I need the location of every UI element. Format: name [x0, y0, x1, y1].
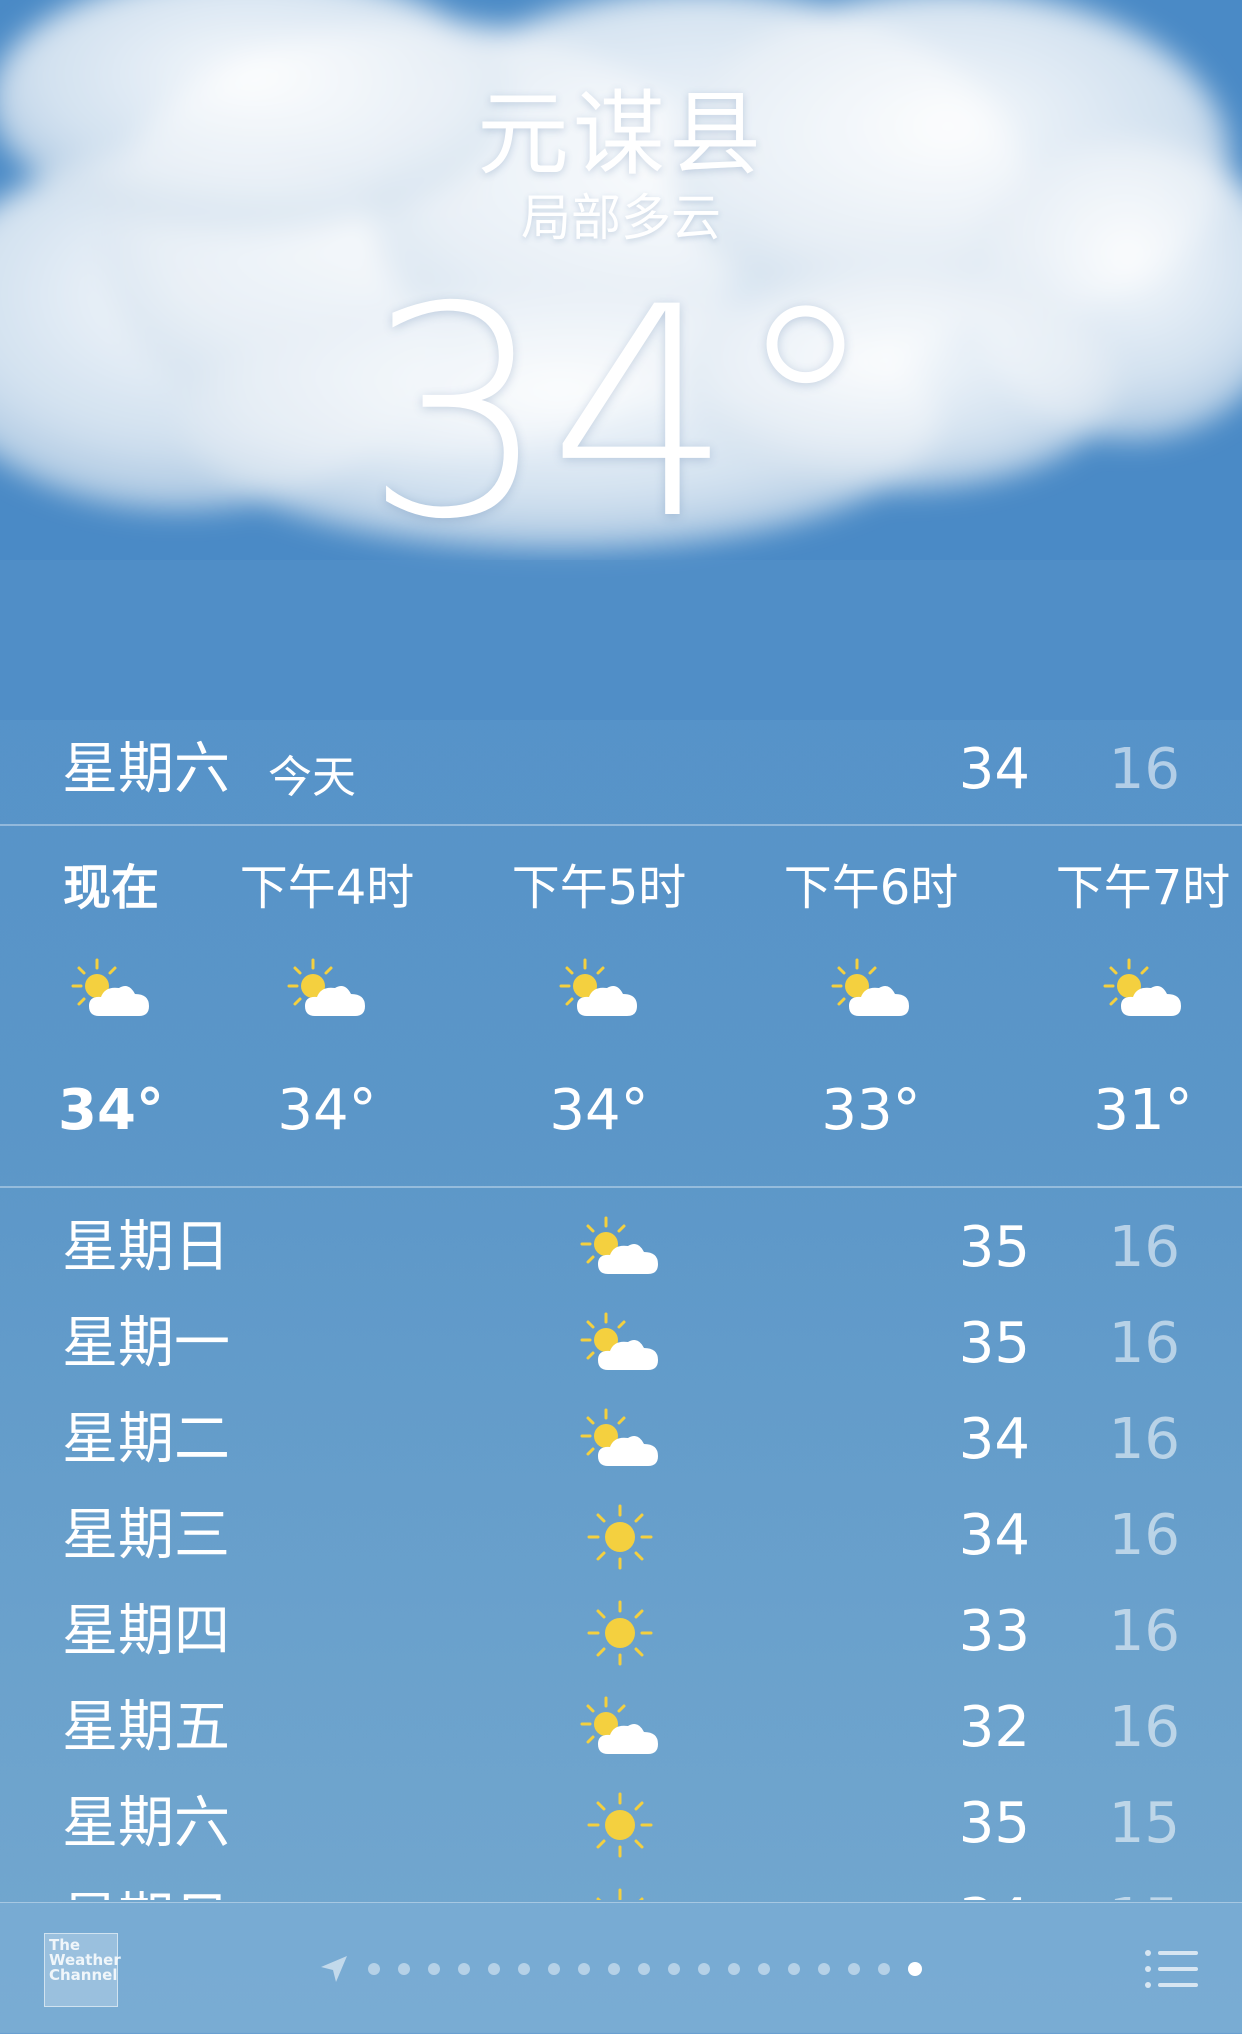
- today-high: 34: [958, 737, 1030, 802]
- today-low: 16: [1108, 737, 1180, 802]
- daily-row: 星期四 33 16: [0, 1584, 1242, 1680]
- partly-cloudy-icon: [559, 958, 639, 1018]
- day-name: 星期五: [62, 1695, 230, 1760]
- day-high: 35: [958, 1791, 1030, 1856]
- partly-cloudy-icon: [580, 1216, 660, 1276]
- hour-time: 下午5时: [511, 860, 687, 916]
- current-condition: 局部多云: [521, 189, 721, 247]
- hour-temp: 34°: [549, 1078, 649, 1143]
- hour-time: 下午7时: [1055, 860, 1231, 916]
- hour-item: 下午5时 34°: [494, 826, 704, 1186]
- partly-cloudy-icon: [580, 1408, 660, 1468]
- weather-channel-logo[interactable]: The Weather Channel: [44, 1933, 121, 2007]
- day-high: 33: [958, 1599, 1030, 1664]
- sun-icon: [587, 1792, 653, 1858]
- day-high: 34: [958, 1407, 1030, 1472]
- hour-item: 下午4时 34°: [222, 826, 432, 1186]
- day-name: 星期六: [62, 1791, 230, 1856]
- sun-icon: [587, 1504, 653, 1570]
- page-dot[interactable]: [548, 1963, 560, 1975]
- page-dot[interactable]: [488, 1963, 500, 1975]
- page-dot[interactable]: [818, 1963, 830, 1975]
- page-dot[interactable]: [698, 1963, 710, 1975]
- daily-row: 星期五 32 16: [0, 1680, 1242, 1776]
- hour-item: 下午6时 33°: [766, 826, 976, 1186]
- daily-row: 星期二 34 16: [0, 1392, 1242, 1488]
- partly-cloudy-icon: [1103, 958, 1183, 1018]
- page-dot[interactable]: [578, 1963, 590, 1975]
- current-temperature: 34°: [363, 246, 878, 583]
- sun-icon: [587, 1600, 653, 1666]
- page-dot[interactable]: [788, 1963, 800, 1975]
- day-low: 15: [1108, 1791, 1180, 1856]
- day-name: 星期二: [62, 1407, 230, 1472]
- day-name: 星期日: [62, 1872, 230, 1900]
- page-dot[interactable]: [848, 1963, 860, 1975]
- day-name: 星期一: [62, 1311, 230, 1376]
- daily-row: 星期六 35 15: [0, 1776, 1242, 1872]
- page-dot-active[interactable]: [908, 1962, 922, 1976]
- day-low: 16: [1108, 1311, 1180, 1376]
- daily-row: 星期三 34 16: [0, 1488, 1242, 1584]
- page-dot[interactable]: [638, 1963, 650, 1975]
- daily-forecast[interactable]: 星期日 35 16 星期一 35 16 星期二 34 16 星期三 34 16 …: [0, 1200, 1242, 1900]
- day-high: 34: [900, 1872, 1030, 1900]
- day-name: 星期四: [62, 1599, 230, 1664]
- page-dot[interactable]: [758, 1963, 770, 1975]
- day-low: 16: [1108, 1215, 1180, 1280]
- page-dot[interactable]: [728, 1963, 740, 1975]
- page-dot[interactable]: [608, 1963, 620, 1975]
- hourly-forecast[interactable]: 现在 34° 下午4时 34° 下午5时 34° 下午6时 33° 下午7时 3…: [0, 826, 1242, 1186]
- day-name: 星期日: [62, 1215, 230, 1280]
- partly-cloudy-icon: [580, 1696, 660, 1756]
- day-low: 16: [1108, 1599, 1180, 1664]
- page-dot[interactable]: [878, 1963, 890, 1975]
- daily-row: 星期日 34 15: [0, 1872, 1242, 1900]
- partly-cloudy-icon: [287, 958, 367, 1018]
- day-high: 35: [958, 1311, 1030, 1376]
- day-high: 34: [958, 1503, 1030, 1568]
- partly-cloudy-icon: [580, 1312, 660, 1372]
- partly-cloudy-icon: [71, 958, 151, 1018]
- hour-time: 下午6时: [783, 860, 959, 916]
- day-name: 星期三: [62, 1503, 230, 1568]
- list-icon[interactable]: [1144, 1947, 1198, 1991]
- daily-row: 星期一 35 16: [0, 1296, 1242, 1392]
- hour-item: 现在 34°: [6, 826, 216, 1186]
- daily-row: 星期日 35 16: [0, 1200, 1242, 1296]
- today-day: 星期六: [62, 737, 230, 802]
- divider: [0, 1186, 1242, 1188]
- page-indicator[interactable]: [318, 1951, 940, 1987]
- page-dot[interactable]: [668, 1963, 680, 1975]
- day-low: 16: [1108, 1503, 1180, 1568]
- today-label: 今天: [268, 752, 356, 803]
- day-high: 35: [958, 1215, 1030, 1280]
- day-low: 16: [1108, 1407, 1180, 1472]
- bottom-toolbar: The Weather Channel: [0, 1902, 1242, 2034]
- hour-temp: 31°: [1093, 1078, 1193, 1143]
- hour-item: 下午7时 31°: [1038, 826, 1242, 1186]
- day-low: 15: [1050, 1872, 1180, 1900]
- hour-time: 下午4时: [239, 860, 415, 916]
- hour-temp: 34°: [277, 1078, 377, 1143]
- sun-icon: [587, 1888, 653, 1900]
- hour-temp: 34°: [58, 1078, 164, 1143]
- hour-temp: 33°: [821, 1078, 921, 1143]
- page-dot[interactable]: [428, 1963, 440, 1975]
- logo-line: Channel: [49, 1966, 118, 1984]
- partly-cloudy-icon: [831, 958, 911, 1018]
- day-high: 32: [958, 1695, 1030, 1760]
- location-arrow-icon: [321, 1956, 347, 1982]
- today-summary: 星期六 今天 34 16: [0, 715, 1242, 825]
- page-dot[interactable]: [518, 1963, 530, 1975]
- page-dot[interactable]: [458, 1963, 470, 1975]
- hour-time: 现在: [62, 860, 159, 916]
- page-dot[interactable]: [398, 1963, 410, 1975]
- city-name: 元谋县: [476, 81, 765, 188]
- page-dot[interactable]: [368, 1963, 380, 1975]
- day-low: 16: [1108, 1695, 1180, 1760]
